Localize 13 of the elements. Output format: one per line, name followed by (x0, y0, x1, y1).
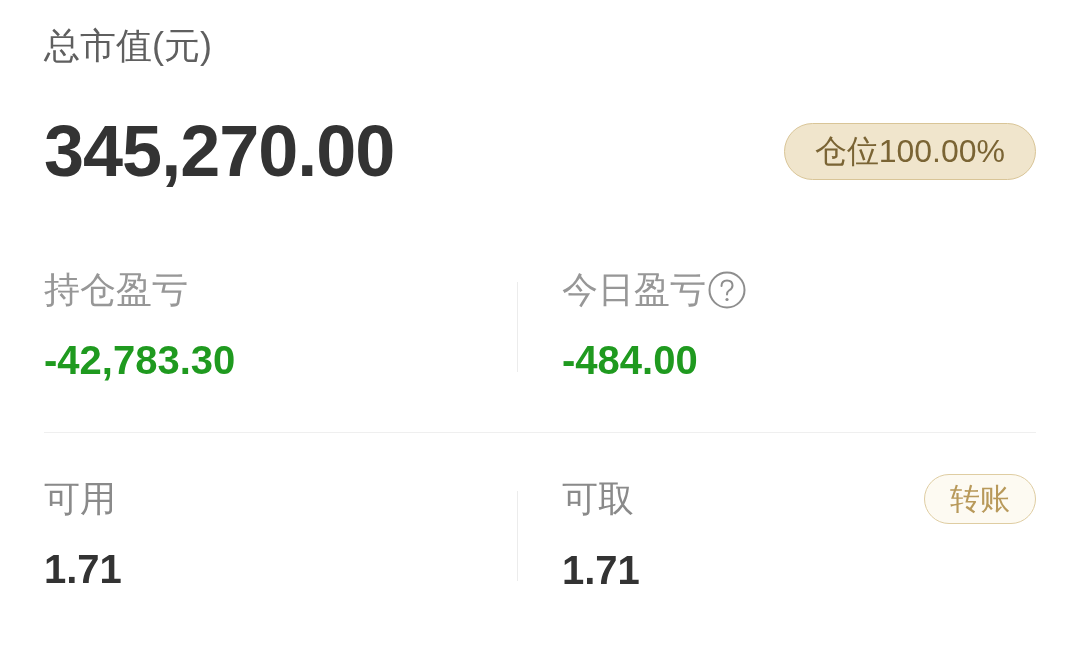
transfer-button[interactable]: 转账 (924, 474, 1036, 524)
help-icon[interactable] (708, 271, 746, 309)
fund-value: 1.71 (562, 547, 640, 594)
fund-label: 可用 (44, 477, 116, 521)
pnl-label: 持仓盈亏 (44, 268, 188, 312)
pnl-value: -484.00 (562, 337, 698, 384)
pnl-value: -42,783.30 (44, 337, 236, 384)
fund-value: 1.71 (44, 546, 122, 593)
fund-label: 可取 (562, 477, 634, 521)
position-badge: 仓位100.00% (783, 122, 1036, 180)
total-value: 345,270.00 (44, 111, 395, 191)
pnl-label: 今日盈亏 (562, 268, 706, 312)
total-value-label: 总市值(元) (44, 24, 212, 68)
